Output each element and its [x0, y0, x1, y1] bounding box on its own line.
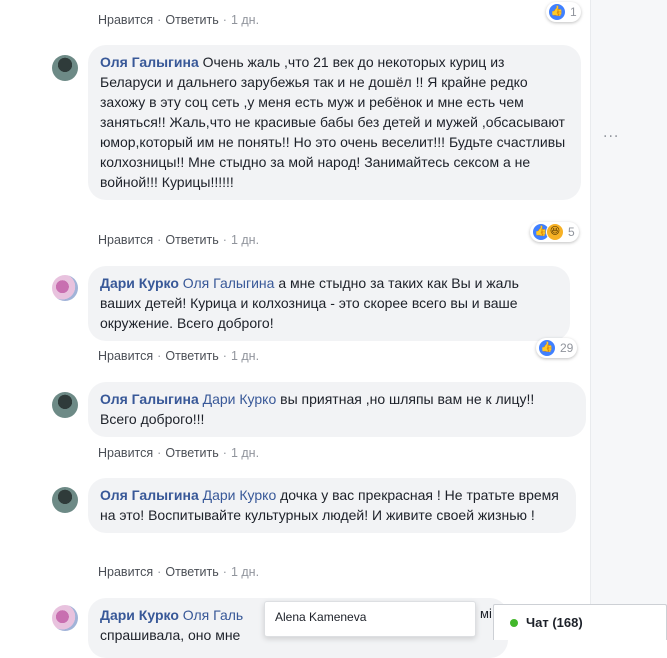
comment-bubble: Дари Курко Оля Галыгина а мне стыдно за …	[88, 266, 570, 341]
comment-time[interactable]: 1 дн.	[231, 233, 259, 247]
reaction-count[interactable]: 👍 29	[536, 338, 578, 358]
avatar[interactable]	[52, 275, 78, 301]
chat-label: Чат (168)	[526, 615, 583, 630]
mention-link[interactable]: Дари Курко	[203, 487, 277, 503]
comment-text-tail: мі	[480, 606, 492, 621]
comment-author[interactable]: Оля Галыгина	[100, 391, 199, 407]
like-link[interactable]: Нравится	[98, 233, 153, 247]
comment-bubble: Оля Галыгина Очень жаль ,что 21 век до н…	[88, 45, 581, 200]
mention-link[interactable]: Оля Галь	[183, 607, 243, 623]
like-link[interactable]: Нравится	[98, 349, 153, 363]
haha-reaction-icon: 😆	[546, 223, 564, 241]
like-reaction-icon: 👍	[548, 3, 566, 21]
comment-time[interactable]: 1 дн.	[231, 446, 259, 460]
comment-time[interactable]: 1 дн.	[231, 13, 259, 27]
chat-bar[interactable]: Чат (168)	[493, 604, 667, 640]
tooltip-name: Alena Kameneva	[275, 610, 367, 624]
reply-link[interactable]: Ответить	[165, 446, 218, 460]
reaction-count[interactable]: 👍 😆 5	[530, 222, 579, 242]
comment-time[interactable]: 1 дн.	[231, 565, 259, 579]
comment-bubble: Оля Галыгина Дари Курко вы приятная ,но …	[88, 382, 586, 437]
comment-actions: Нравится · Ответить · 1 дн.	[98, 349, 260, 363]
online-status-icon	[510, 618, 518, 627]
mention-link[interactable]: Дари Курко	[203, 391, 277, 407]
comment-bubble: Оля Галыгина Дари Курко дочка у вас прек…	[88, 478, 576, 533]
reaction-count-top[interactable]: 👍 1	[546, 2, 581, 22]
comment-actions: Нравится · Ответить · 1 дн.	[98, 446, 260, 460]
comment-actions: Нравится · Ответить · 1 дн.	[98, 233, 260, 247]
comment-author[interactable]: Оля Галыгина	[100, 487, 199, 503]
like-link[interactable]: Нравится	[98, 446, 153, 460]
right-gutter	[590, 0, 667, 640]
like-link[interactable]: Нравится	[98, 13, 153, 27]
avatar[interactable]	[52, 392, 78, 418]
comment-text: Очень жаль ,что 21 век до некоторых кури…	[100, 54, 566, 190]
avatar[interactable]	[52, 55, 78, 81]
comment-author[interactable]: Дари Курко	[100, 607, 179, 623]
reply-link[interactable]: Ответить	[165, 233, 218, 247]
comment-text: спрашивала, оно мне	[100, 627, 241, 643]
like-reaction-icon: 👍	[538, 339, 556, 357]
avatar[interactable]	[52, 487, 78, 513]
comment-author[interactable]: Оля Галыгина	[100, 54, 199, 70]
reply-link[interactable]: Ответить	[165, 349, 218, 363]
comment-author[interactable]: Дари Курко	[100, 275, 179, 291]
mention-link[interactable]: Оля Галыгина	[183, 275, 275, 291]
comment-actions-top: Нравится · Ответить · 1 дн.	[98, 13, 260, 27]
comment-actions: Нравится · Ответить · 1 дн.	[98, 565, 260, 579]
reply-link[interactable]: Ответить	[165, 565, 218, 579]
avatar[interactable]	[52, 605, 78, 631]
comment-time[interactable]: 1 дн.	[231, 349, 259, 363]
reply-link[interactable]: Ответить	[165, 13, 218, 27]
comment-options-icon[interactable]: ···	[603, 130, 619, 144]
name-tooltip: Alena Kameneva	[264, 601, 476, 637]
like-link[interactable]: Нравится	[98, 565, 153, 579]
